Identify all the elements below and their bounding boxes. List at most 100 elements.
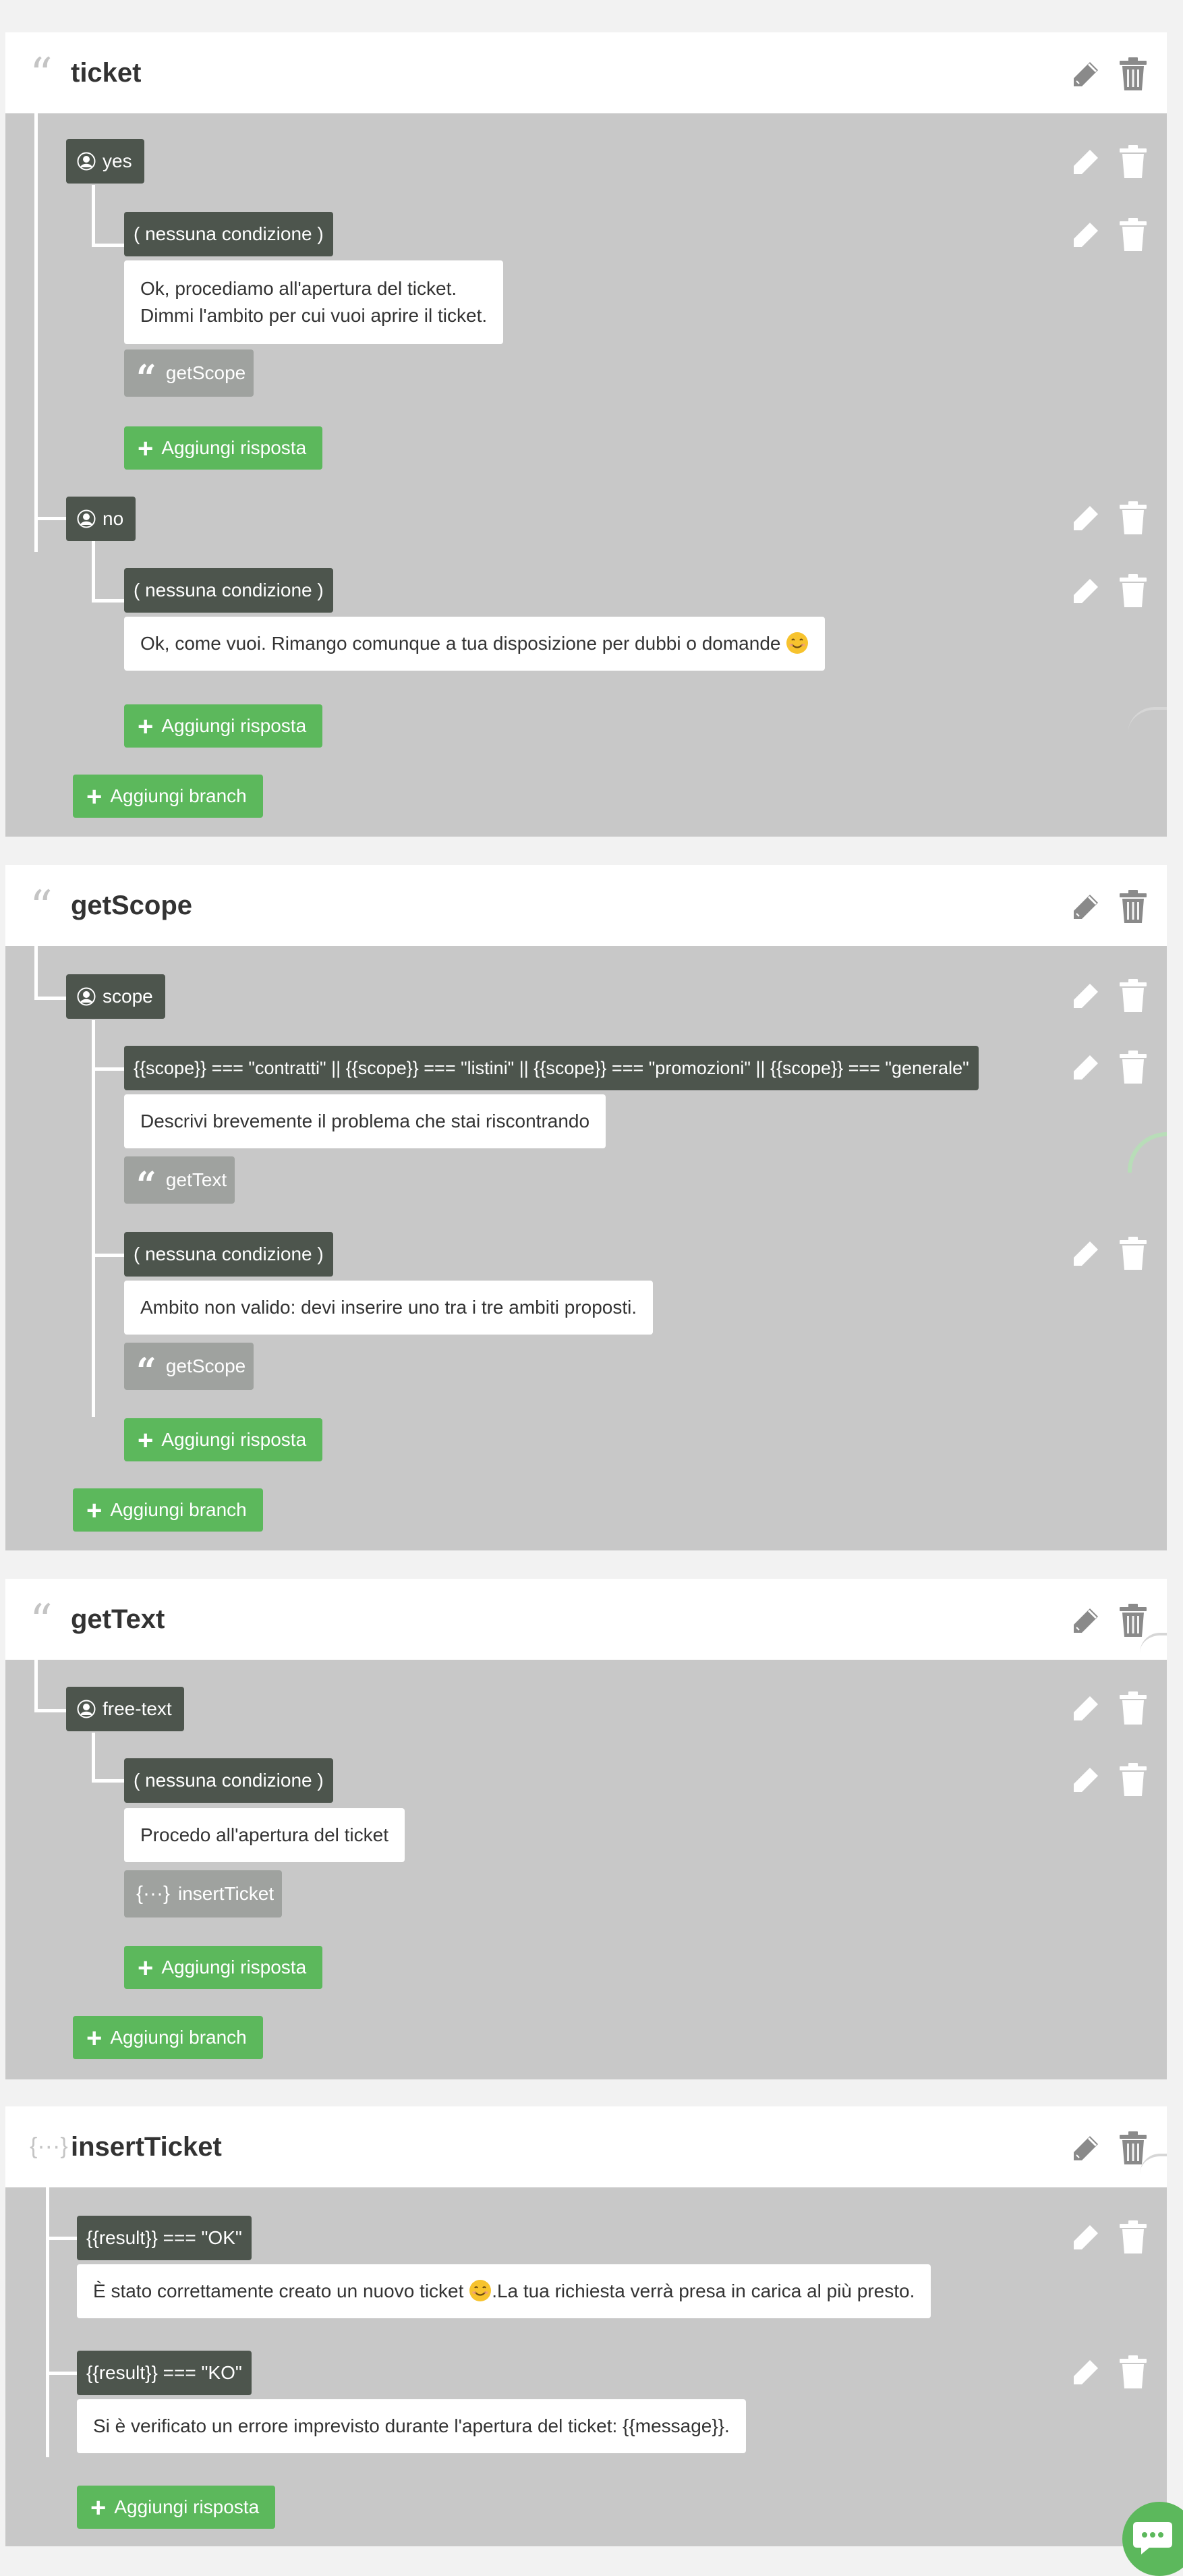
intent-chip-free-text[interactable]: free-text	[66, 1687, 184, 1731]
node-title: getScope	[71, 891, 193, 920]
tree-connector	[92, 1733, 95, 1783]
button-label: Aggiungi risposta	[161, 1429, 307, 1450]
card-header: {···} insertTicket	[5, 2106, 1167, 2187]
trash-icon[interactable]	[1117, 57, 1149, 92]
trash-icon[interactable]	[1117, 1691, 1149, 1726]
message-box[interactable]: Ok, come vuoi. Rimango comunque a tua di…	[124, 617, 826, 671]
jump-label: getScope	[165, 1355, 246, 1376]
quote-icon: “	[136, 1165, 156, 1206]
tree-connector	[34, 517, 68, 520]
quote-icon: “	[30, 881, 53, 933]
plus-icon: +	[138, 434, 154, 464]
quote-icon: “	[30, 49, 53, 101]
plus-icon: +	[86, 1496, 103, 1525]
trash-icon[interactable]	[1117, 1050, 1149, 1085]
plus-icon: +	[86, 2023, 103, 2053]
trash-icon[interactable]	[1117, 573, 1149, 609]
braces-icon: {···}	[136, 1882, 171, 1905]
trash-icon[interactable]	[1117, 501, 1149, 536]
chat-widget-button[interactable]	[1122, 2502, 1183, 2576]
edit-icon[interactable]	[1070, 1603, 1102, 1638]
tree-connector	[92, 1779, 125, 1783]
message-box[interactable]: Procedo all'apertura del ticket	[124, 1808, 405, 1862]
node-title: getText	[71, 1604, 165, 1634]
trash-icon[interactable]	[1117, 889, 1149, 924]
intent-chip-no[interactable]: no	[66, 497, 136, 541]
edit-icon[interactable]	[1070, 1236, 1102, 1271]
add-reply-button[interactable]: + Aggiungi risposta	[124, 1418, 323, 1461]
smile-emoji-icon	[786, 632, 809, 654]
add-reply-button[interactable]: + Aggiungi risposta	[77, 2486, 276, 2529]
message-line: Dimmi l'ambito per cui vuoi aprire il ti…	[140, 305, 488, 326]
node-title: insertTicket	[71, 2132, 222, 2162]
message-box[interactable]: Ambito non valido: devi inserire uno tra…	[124, 1281, 654, 1335]
tree-connector	[92, 540, 95, 603]
jump-chip-getScope[interactable]: “ getScope	[124, 1343, 254, 1392]
trash-icon[interactable]	[1117, 1236, 1149, 1271]
trash-icon[interactable]	[1117, 1603, 1149, 1638]
jump-label: insertTicket	[178, 1883, 275, 1904]
add-branch-button[interactable]: + Aggiungi branch	[73, 2016, 263, 2059]
jump-chip-getScope[interactable]: “ getScope	[124, 349, 254, 399]
jump-chip-insertTicket[interactable]: {···} insertTicket	[124, 1870, 283, 1917]
button-label: Aggiungi branch	[110, 785, 247, 806]
edit-icon[interactable]	[1070, 144, 1102, 179]
trash-icon[interactable]	[1117, 1762, 1149, 1797]
trash-icon[interactable]	[1117, 217, 1149, 252]
edit-icon[interactable]	[1070, 1762, 1102, 1797]
message-box[interactable]: Si è verificato un errore imprevisto dur…	[77, 2399, 746, 2453]
trash-icon[interactable]	[1117, 978, 1149, 1013]
node-title: ticket	[71, 58, 142, 88]
plus-icon: +	[86, 782, 103, 812]
trash-icon[interactable]	[1117, 2355, 1149, 2390]
condition-chip[interactable]: ( nessuna condizione )	[124, 1232, 333, 1277]
edit-icon[interactable]	[1070, 1050, 1102, 1085]
message-text: .La tua richiesta verrà presa in carica …	[492, 2280, 915, 2301]
add-reply-button[interactable]: + Aggiungi risposta	[124, 426, 323, 470]
intent-label: scope	[103, 986, 153, 1007]
tree-connector	[92, 185, 95, 247]
plus-icon: +	[138, 1953, 154, 1983]
edit-icon[interactable]	[1070, 889, 1102, 924]
condition-chip[interactable]: ( nessuna condizione )	[124, 568, 333, 613]
chat-bubble-icon	[1133, 2522, 1172, 2554]
button-label: Aggiungi risposta	[161, 437, 307, 458]
add-branch-button[interactable]: + Aggiungi branch	[73, 1488, 263, 1532]
tree-connector	[46, 2237, 78, 2240]
edit-icon[interactable]	[1070, 501, 1102, 536]
intent-label: yes	[103, 150, 132, 171]
jump-chip-getText[interactable]: “ getText	[124, 1156, 235, 1206]
condition-chip[interactable]: {{result}} === "OK"	[77, 2216, 252, 2260]
user-icon	[77, 1700, 96, 1718]
message-box[interactable]: È stato correttamente creato un nuovo ti…	[77, 2264, 931, 2318]
node-card-insertTicket: {···} insertTicket {{result}} === "OK" È…	[5, 2106, 1167, 2546]
message-text: Ok, come vuoi. Rimango comunque a tua di…	[140, 633, 781, 654]
edit-icon[interactable]	[1070, 573, 1102, 609]
condition-chip[interactable]: ( nessuna condizione )	[124, 212, 333, 256]
edit-icon[interactable]	[1070, 2220, 1102, 2255]
edit-icon[interactable]	[1070, 1691, 1102, 1726]
condition-chip[interactable]: {{scope}} === "contratti" || {{scope}} =…	[124, 1046, 979, 1090]
intent-chip-yes[interactable]: yes	[66, 139, 144, 184]
add-reply-button[interactable]: + Aggiungi risposta	[124, 1946, 323, 1989]
card-header: “ getText	[5, 1579, 1167, 1660]
trash-icon[interactable]	[1117, 144, 1149, 179]
condition-chip[interactable]: ( nessuna condizione )	[124, 1758, 333, 1803]
intent-label: no	[103, 508, 124, 529]
edit-icon[interactable]	[1070, 57, 1102, 92]
card-header: “ getScope	[5, 865, 1167, 946]
message-box[interactable]: Descrivi brevemente il problema che stai…	[124, 1094, 606, 1148]
intent-chip-scope[interactable]: scope	[66, 974, 165, 1019]
button-label: Aggiungi branch	[110, 1499, 247, 1520]
edit-icon[interactable]	[1070, 2355, 1102, 2390]
edit-icon[interactable]	[1070, 217, 1102, 252]
message-box[interactable]: Ok, procediamo all'apertura del ticket. …	[124, 260, 504, 344]
edit-icon[interactable]	[1070, 978, 1102, 1013]
add-branch-button[interactable]: + Aggiungi branch	[73, 775, 263, 818]
side-decoration	[1128, 1132, 1167, 1173]
add-reply-button[interactable]: + Aggiungi risposta	[124, 704, 323, 748]
braces-icon: {···}	[30, 2133, 68, 2159]
condition-chip[interactable]: {{result}} === "KO"	[77, 2351, 252, 2395]
edit-icon[interactable]	[1070, 2131, 1102, 2166]
trash-icon[interactable]	[1117, 2220, 1149, 2255]
